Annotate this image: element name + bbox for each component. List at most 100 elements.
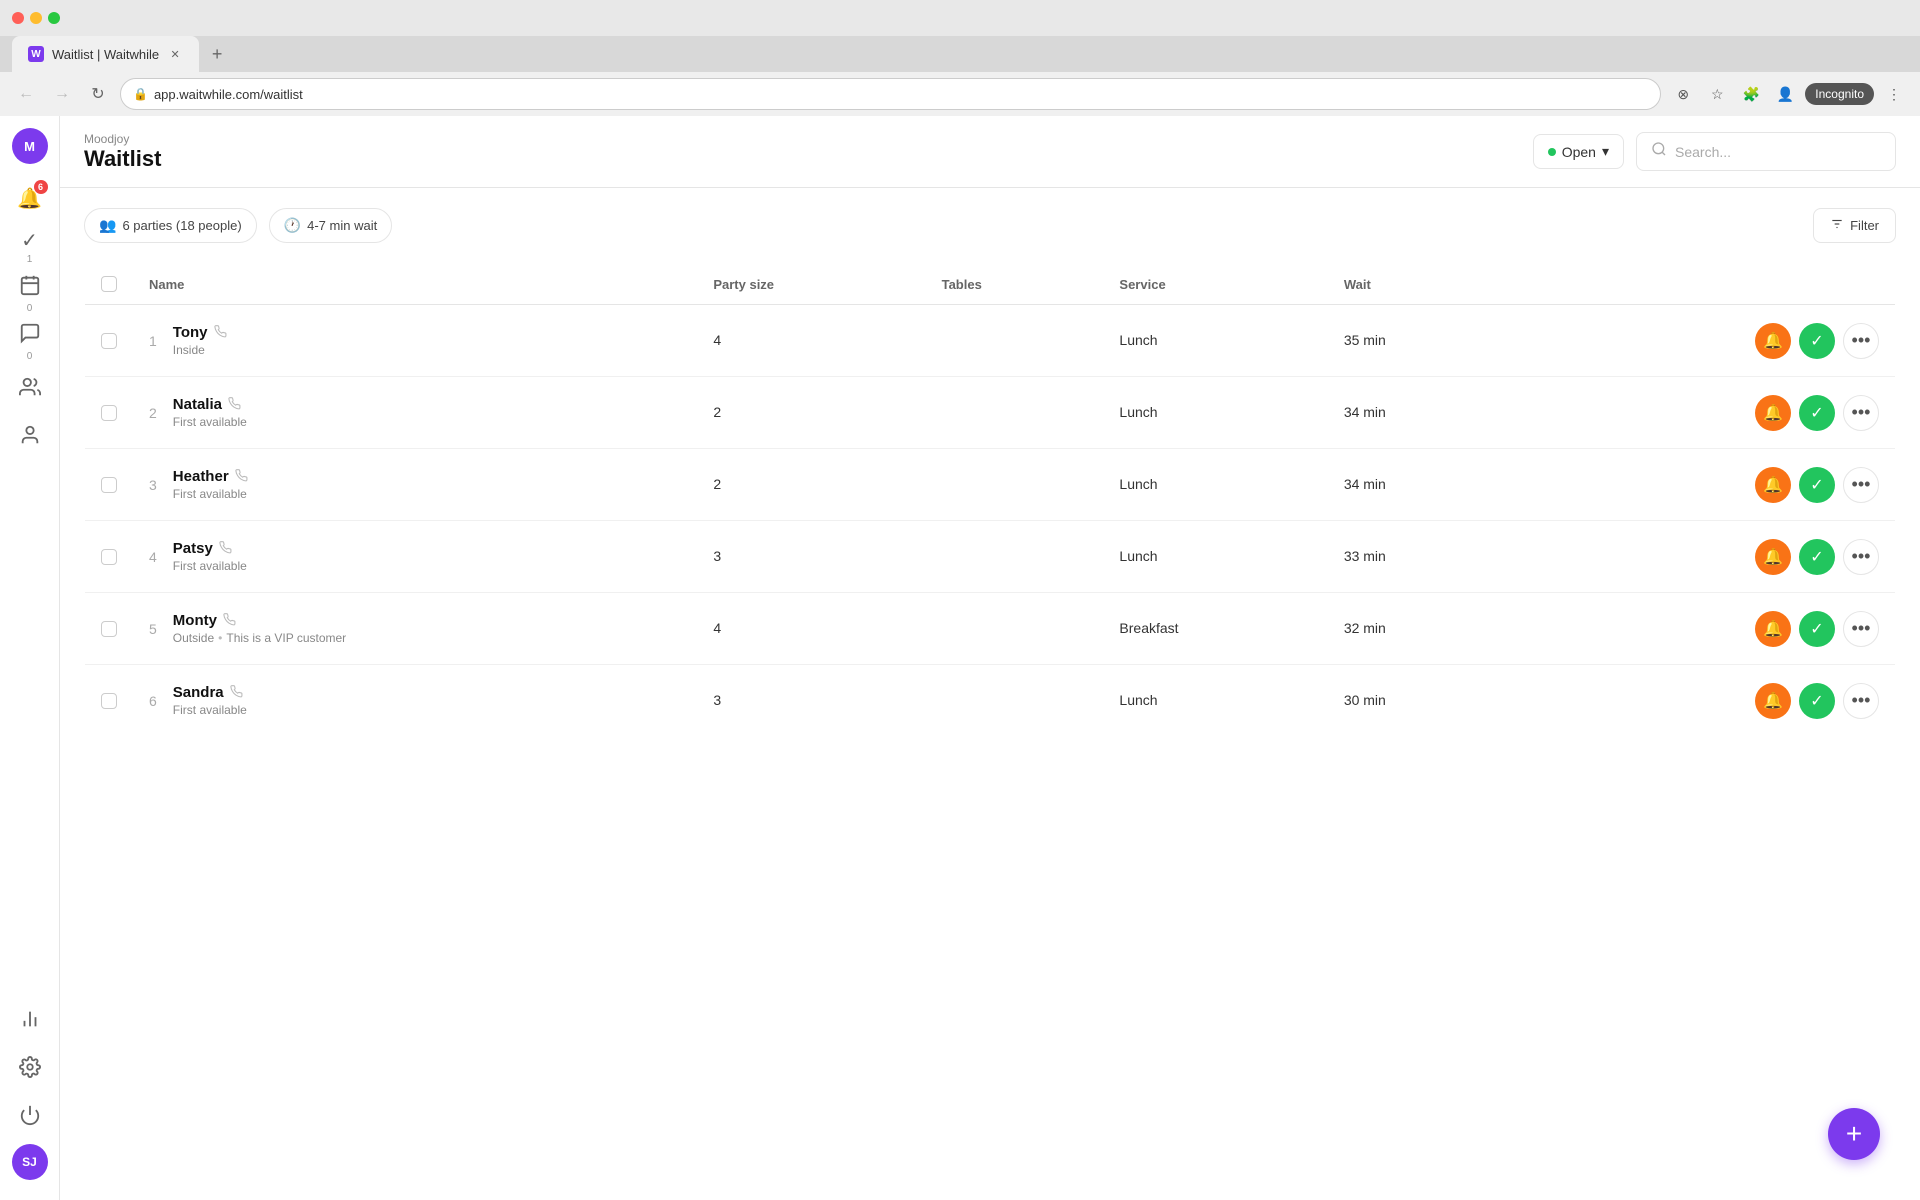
sidebar-item-power[interactable] — [8, 1096, 52, 1140]
profile-button[interactable]: 👤 — [1771, 80, 1799, 108]
header-brand: Moodjoy Waitlist — [84, 132, 1533, 172]
lock-icon: 🔒 — [133, 87, 148, 101]
extensions-button[interactable]: 🧩 — [1737, 80, 1765, 108]
row-checkbox[interactable] — [101, 477, 117, 493]
sidebar-item-groups[interactable] — [8, 368, 52, 412]
phone-icon — [214, 325, 227, 341]
row-number: 6 — [149, 693, 157, 709]
sidebar-item-users[interactable] — [8, 416, 52, 460]
parties-label: 6 parties (18 people) — [122, 218, 241, 233]
col-tables: Tables — [926, 264, 1104, 305]
actions-cell: 🔔 ✓ ••• — [1510, 593, 1895, 665]
guest-info-cell: 1 Tony Inside — [133, 305, 697, 377]
row-checkbox[interactable] — [101, 621, 117, 637]
seat-button[interactable]: ✓ — [1799, 323, 1835, 359]
status-dot — [1548, 148, 1556, 156]
search-input[interactable] — [1675, 144, 1881, 160]
add-fab[interactable]: + — [1828, 1108, 1880, 1160]
seat-button[interactable]: ✓ — [1799, 611, 1835, 647]
more-button[interactable]: ••• — [1843, 467, 1879, 503]
new-tab-button[interactable]: + — [203, 40, 231, 68]
tables-cell — [926, 305, 1104, 377]
cast-button[interactable]: ⊗ — [1669, 80, 1697, 108]
more-button[interactable]: ••• — [1843, 395, 1879, 431]
notify-button[interactable]: 🔔 — [1755, 395, 1791, 431]
guest-info-cell: 2 Natalia First available — [133, 377, 697, 449]
actions-cell: 🔔 ✓ ••• — [1510, 377, 1895, 449]
back-button[interactable]: ← — [12, 80, 40, 108]
filter-button[interactable]: Filter — [1813, 208, 1896, 243]
seat-button[interactable]: ✓ — [1799, 539, 1835, 575]
filter-icon — [1830, 217, 1844, 234]
gear-icon — [19, 1056, 41, 1084]
sidebar-item-messages[interactable]: 0 — [8, 320, 52, 364]
sidebar-item-tasks[interactable]: ✓ 1 — [8, 224, 52, 268]
close-traffic-light[interactable] — [12, 12, 24, 24]
sidebar-item-reports[interactable] — [8, 1000, 52, 1044]
groups-icon — [19, 376, 41, 404]
seat-button[interactable]: ✓ — [1799, 395, 1835, 431]
reports-icon — [19, 1008, 41, 1036]
table-row[interactable]: 3 Heather First available 2 Lunch 34 — [85, 449, 1896, 521]
row-checkbox[interactable] — [101, 405, 117, 421]
service: Lunch — [1119, 476, 1157, 492]
more-button[interactable]: ••• — [1843, 539, 1879, 575]
row-number: 5 — [149, 621, 157, 637]
row-actions: 🔔 ✓ ••• — [1526, 683, 1879, 719]
address-bar[interactable]: 🔒 app.waitwhile.com/waitlist — [120, 78, 1661, 110]
sidebar-top-avatar[interactable]: M — [12, 128, 48, 164]
service-cell: Lunch — [1103, 521, 1327, 593]
service: Lunch — [1119, 404, 1157, 420]
reload-button[interactable]: ↻ — [84, 80, 112, 108]
waitlist-table: Name Party size Tables Service Wait 1 To… — [84, 263, 1896, 737]
notify-button[interactable]: 🔔 — [1755, 539, 1791, 575]
bottom-user-avatar[interactable]: SJ — [12, 1144, 48, 1180]
tables-cell — [926, 593, 1104, 665]
seat-button[interactable]: ✓ — [1799, 683, 1835, 719]
service: Breakfast — [1119, 620, 1178, 636]
table-row[interactable]: 6 Sandra First available 3 Lunch 30 — [85, 665, 1896, 737]
active-tab[interactable]: W Waitlist | Waitwhile ✕ — [12, 36, 199, 72]
incognito-label: Incognito — [1815, 87, 1864, 101]
menu-button[interactable]: ⋮ — [1880, 80, 1908, 108]
table-row[interactable]: 4 Patsy First available 3 Lunch 33 m — [85, 521, 1896, 593]
service-cell: Lunch — [1103, 665, 1327, 737]
parties-icon: 👥 — [99, 217, 116, 234]
tab-close-button[interactable]: ✕ — [167, 46, 183, 62]
row-checkbox[interactable] — [101, 693, 117, 709]
service-cell: Breakfast — [1103, 593, 1327, 665]
col-service: Service — [1103, 264, 1327, 305]
row-checkbox[interactable] — [101, 333, 117, 349]
party-size: 3 — [713, 692, 721, 708]
sidebar-item-settings[interactable] — [8, 1048, 52, 1092]
filter-label: Filter — [1850, 218, 1879, 233]
more-button[interactable]: ••• — [1843, 611, 1879, 647]
actions-cell: 🔔 ✓ ••• — [1510, 665, 1895, 737]
row-checkbox[interactable] — [101, 549, 117, 565]
table-row[interactable]: 5 Monty Outside • This is a VIP customer… — [85, 593, 1896, 665]
status-button[interactable]: Open ▾ — [1533, 134, 1624, 169]
header-actions: Open ▾ — [1533, 132, 1896, 171]
wait-cell: 34 min — [1328, 377, 1510, 449]
more-button[interactable]: ••• — [1843, 323, 1879, 359]
select-all-checkbox[interactable] — [101, 276, 117, 292]
wait-time: 34 min — [1344, 476, 1386, 492]
seat-button[interactable]: ✓ — [1799, 467, 1835, 503]
col-wait: Wait — [1328, 264, 1510, 305]
sidebar-item-calendar[interactable]: 0 — [8, 272, 52, 316]
forward-button[interactable]: → — [48, 80, 76, 108]
maximize-traffic-light[interactable] — [48, 12, 60, 24]
table-row[interactable]: 1 Tony Inside 4 Lunch 35 min — [85, 305, 1896, 377]
wait-time: 30 min — [1344, 692, 1386, 708]
bookmark-button[interactable]: ☆ — [1703, 80, 1731, 108]
notify-button[interactable]: 🔔 — [1755, 467, 1791, 503]
minimize-traffic-light[interactable] — [30, 12, 42, 24]
table-row[interactable]: 2 Natalia First available 2 Lunch 34 — [85, 377, 1896, 449]
browser-titlebar: W Waitlist | Waitwhile ✕ + ← → ↻ 🔒 app.w… — [0, 0, 1920, 116]
chevron-down-icon: ▾ — [1602, 143, 1609, 160]
sidebar-item-notifications[interactable]: 🔔 6 — [8, 176, 52, 220]
notify-button[interactable]: 🔔 — [1755, 323, 1791, 359]
notify-button[interactable]: 🔔 — [1755, 683, 1791, 719]
more-button[interactable]: ••• — [1843, 683, 1879, 719]
notify-button[interactable]: 🔔 — [1755, 611, 1791, 647]
